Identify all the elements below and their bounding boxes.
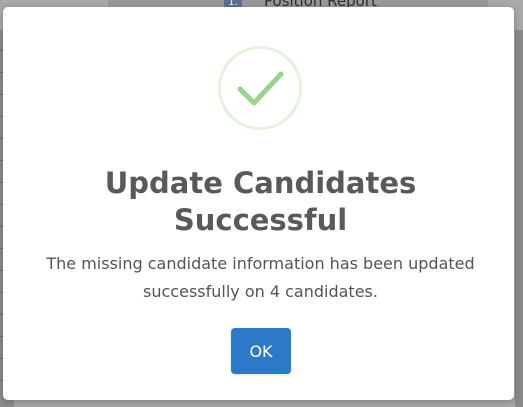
background-scroll-edge xyxy=(515,30,523,407)
dialog-title: Update Candidates Successful xyxy=(104,166,417,237)
checkmark-icon xyxy=(218,46,302,130)
ok-button[interactable]: OK xyxy=(231,328,291,374)
dialog-message: The missing candidate information has be… xyxy=(46,254,475,301)
success-dialog: Update Candidates Successful The missing… xyxy=(3,7,514,400)
